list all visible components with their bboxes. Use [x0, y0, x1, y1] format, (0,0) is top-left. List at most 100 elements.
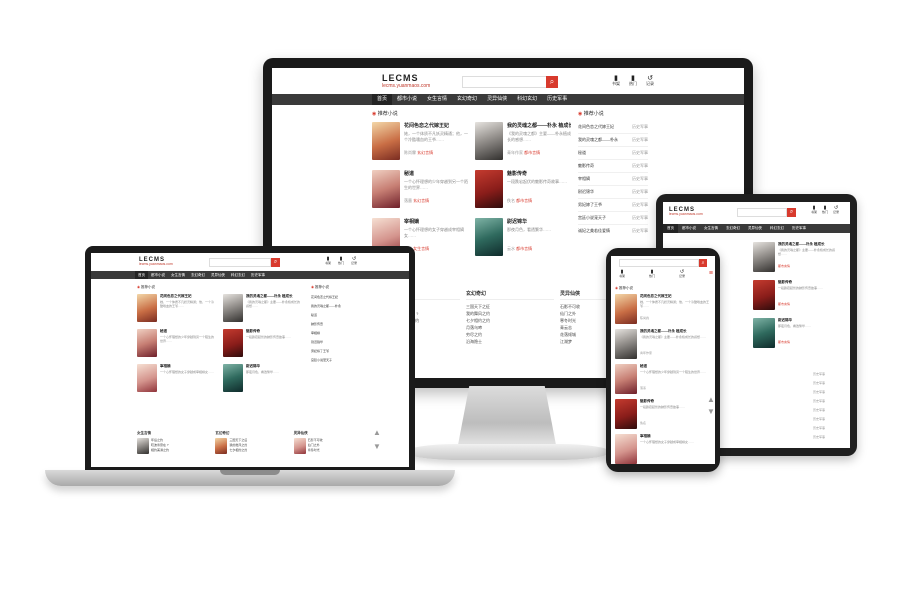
book-title[interactable]: 秘道 — [160, 329, 216, 334]
ranking-title-link[interactable]: 秘道 — [578, 147, 586, 159]
ranking-item[interactable]: 魅影传奇 历史军事 — [578, 160, 648, 173]
nav-item-urban[interactable]: 都市小说 — [392, 94, 422, 105]
ranking-item[interactable]: 宰相嫡 — [311, 329, 367, 338]
site-url[interactable]: lecms.yuanmaos.com — [669, 212, 703, 217]
ranking-title-link[interactable]: 秘道 — [311, 311, 317, 320]
ranking-title-link[interactable]: 尉迟锦华 — [578, 186, 594, 198]
book-cover[interactable] — [223, 329, 243, 357]
search-button[interactable]: ⌕ — [271, 258, 280, 267]
ranking-item[interactable]: 宰相嫡 历史军事 — [578, 173, 648, 186]
ranking-item[interactable]: 秘道 历史军事 — [578, 147, 648, 160]
ranking-item[interactable]: 尉迟锦华 历史军事 — [578, 186, 648, 199]
nav-item-history[interactable]: 历史军事 — [248, 271, 268, 279]
search-button[interactable]: ⌕ — [546, 76, 558, 88]
ranking-item[interactable]: 秘道 — [311, 311, 367, 320]
book-cover[interactable] — [753, 318, 775, 348]
ranking-item[interactable]: 历史军事 — [813, 433, 847, 442]
search-input[interactable] — [737, 208, 787, 217]
nav-item-scifi[interactable]: 科幻玄幻 — [512, 94, 542, 105]
ranking-item[interactable]: 魅影传奇 — [311, 320, 367, 329]
book-card[interactable]: 秘道 一个心怀理想的少年穿越到另一个陌生的世界…… 落墨 — [615, 364, 711, 394]
book-cover[interactable] — [137, 329, 157, 357]
nav-item-fantasy[interactable]: 玄幻奇幻 — [452, 94, 482, 105]
ranking-title-link[interactable]: 花间色恋之代嫁王妃 — [311, 293, 338, 302]
book-card[interactable]: 我的灵魂之都——朴永 植成长 《我的灵魂之都》主要——朴永植成长的感想…… 都市言情 — [753, 242, 845, 272]
nav-item-urban[interactable]: 都市小说 — [678, 224, 700, 233]
column-item[interactable]: 相约美满之约 — [151, 448, 169, 453]
ranking-title-link[interactable]: 宫廷小说宠天子 — [578, 212, 606, 224]
history-button[interactable]: ↺ 记录 — [646, 75, 654, 86]
book-card[interactable]: 秘道 一个心怀理想的少年穿越到另一个陌生的世界…… — [137, 329, 219, 357]
nav-item-scifi[interactable]: 科幻玄幻 — [766, 224, 788, 233]
book-title[interactable]: 魅影传奇 — [778, 280, 842, 285]
book-cover[interactable] — [137, 294, 157, 322]
nav-item-home[interactable]: 首页 — [663, 224, 678, 233]
book-cover[interactable] — [372, 122, 400, 160]
book-cover[interactable] — [137, 364, 157, 392]
book-title[interactable]: 花间色恋之代嫁王妃 — [404, 122, 468, 129]
ranking-item[interactable]: 历史军事 — [813, 370, 847, 379]
book-title[interactable]: 尉迟锦华 — [246, 364, 302, 369]
book-card[interactable]: 魅影传奇 一段跌宕起伏的魅影传奇故事…… 都市言情 — [753, 280, 845, 310]
ranking-item[interactable]: 历史军事 — [813, 397, 847, 406]
book-card[interactable]: 尉迟锦华 那夜月色，看透繁华…… 云水 都市言情 — [475, 218, 572, 256]
nav-item-xianxia[interactable]: 灵异仙侠 — [482, 94, 512, 105]
ranking-item[interactable]: 尉迟锦华 — [311, 338, 367, 347]
book-cover[interactable] — [223, 294, 243, 322]
search-input[interactable] — [619, 259, 699, 267]
book-title[interactable]: 宰相嫡 — [160, 364, 216, 369]
book-title[interactable]: 魅影传奇 — [507, 170, 571, 177]
column-title[interactable]: 玄幻奇幻 — [215, 431, 288, 436]
book-title[interactable]: 尉迟锦华 — [778, 318, 842, 323]
book-card[interactable]: 我的灵魂之都——朴永 植成长 《我的灵魂之都》主要——朴永植成长的感想…… — [223, 294, 305, 322]
bookshelf-button[interactable]: ▮ 书架 — [612, 75, 620, 86]
book-cover[interactable] — [615, 434, 637, 464]
scroll-up-icon[interactable]: ▲ — [707, 396, 715, 404]
hot-button[interactable]: ▮ 热门 — [822, 206, 828, 214]
book-title[interactable]: 我的灵魂之都——朴永 植成长 — [507, 122, 571, 129]
search-input[interactable] — [462, 76, 548, 88]
book-cover[interactable] — [475, 170, 503, 208]
book-title[interactable]: 魅影传奇 — [246, 329, 302, 334]
ranking-item[interactable]: 宫廷小说宠天子 — [311, 356, 367, 365]
nav-item-romance[interactable]: 女生言情 — [700, 224, 722, 233]
hot-button[interactable]: ▮ 热门 — [649, 270, 655, 278]
scroll-down-icon[interactable]: ▼ — [373, 443, 381, 451]
book-title[interactable]: 宰相嫡 — [404, 218, 468, 225]
ranking-item[interactable]: 宫廷小说宠天子 历史军事 — [578, 212, 648, 225]
book-title[interactable]: 魅影传奇 — [640, 399, 710, 404]
column-title[interactable]: 玄幻奇幻 — [466, 290, 554, 300]
book-card[interactable]: 尉迟锦华 那夜月色，看透繁华…… 都市言情 — [753, 318, 845, 348]
ranking-item[interactable]: 男妃嫁了王爷 — [311, 347, 367, 356]
book-cover[interactable] — [137, 438, 149, 454]
book-title[interactable]: 我的灵魂之都——朴永 植成长 — [640, 329, 710, 334]
column-item[interactable]: 月落乌啼 — [466, 324, 554, 331]
book-card[interactable]: 魅影传奇 一段跌宕起伏的魅影传奇故事…… 佚名 — [615, 399, 711, 429]
ranking-item[interactable]: 历史军事 — [813, 379, 847, 388]
nav-item-fantasy[interactable]: 玄幻奇幻 — [188, 271, 208, 279]
book-card[interactable]: 魅影传奇 一段跌宕起伏的魅影传奇故事…… — [223, 329, 305, 357]
book-card[interactable]: 花间色恋之代嫁王妃 她，一个体质不凡妖灵精通；他，一个冷酷嗜血的王爷…… — [137, 294, 219, 322]
ranking-item[interactable]: 历史军事 — [813, 424, 847, 433]
nav-item-home[interactable]: 首页 — [372, 94, 393, 105]
column-item[interactable]: 我的舞风之约 — [466, 310, 554, 317]
ranking-title-link[interactable]: 尉迟锦华 — [311, 338, 323, 347]
bookshelf-button[interactable]: ▮ 书架 — [811, 206, 817, 214]
nav-item-urban[interactable]: 都市小说 — [148, 271, 168, 279]
book-card[interactable]: 尉迟锦华 那夜月色，看透繁华…… — [223, 364, 305, 392]
ranking-title-link[interactable]: 魅影传奇 — [311, 320, 323, 329]
hot-button[interactable]: ▮ 热门 — [629, 75, 637, 86]
bookshelf-button[interactable]: ▮ 书架 — [619, 270, 625, 278]
ranking-title-link[interactable]: 我的灵魂之都——朴永 — [311, 302, 341, 311]
search-input[interactable] — [209, 258, 271, 267]
book-card[interactable]: 宰相嫡 一个心怀理想的女子穿越成宰相嫡女…… — [137, 364, 219, 392]
book-card[interactable]: 我的灵魂之都——朴永 植成长 《我的灵魂之都》主要——朴永植成长的感想…… 青年… — [475, 122, 572, 160]
book-cover[interactable] — [753, 242, 775, 272]
ranking-title-link[interactable]: 魅影传奇 — [578, 160, 594, 172]
book-cover[interactable] — [223, 364, 243, 392]
column-item[interactable]: 七夕相约之约 — [466, 317, 554, 324]
book-card[interactable]: 我的灵魂之都——朴永 植成长 《我的灵魂之都》主要——朴永植成长的感想…… 青年作家 — [615, 329, 711, 359]
column-item[interactable]: 寒冬时光 — [308, 448, 323, 453]
site-logo[interactable]: LECMS — [382, 74, 430, 83]
book-title[interactable]: 尉迟锦华 — [507, 218, 571, 225]
